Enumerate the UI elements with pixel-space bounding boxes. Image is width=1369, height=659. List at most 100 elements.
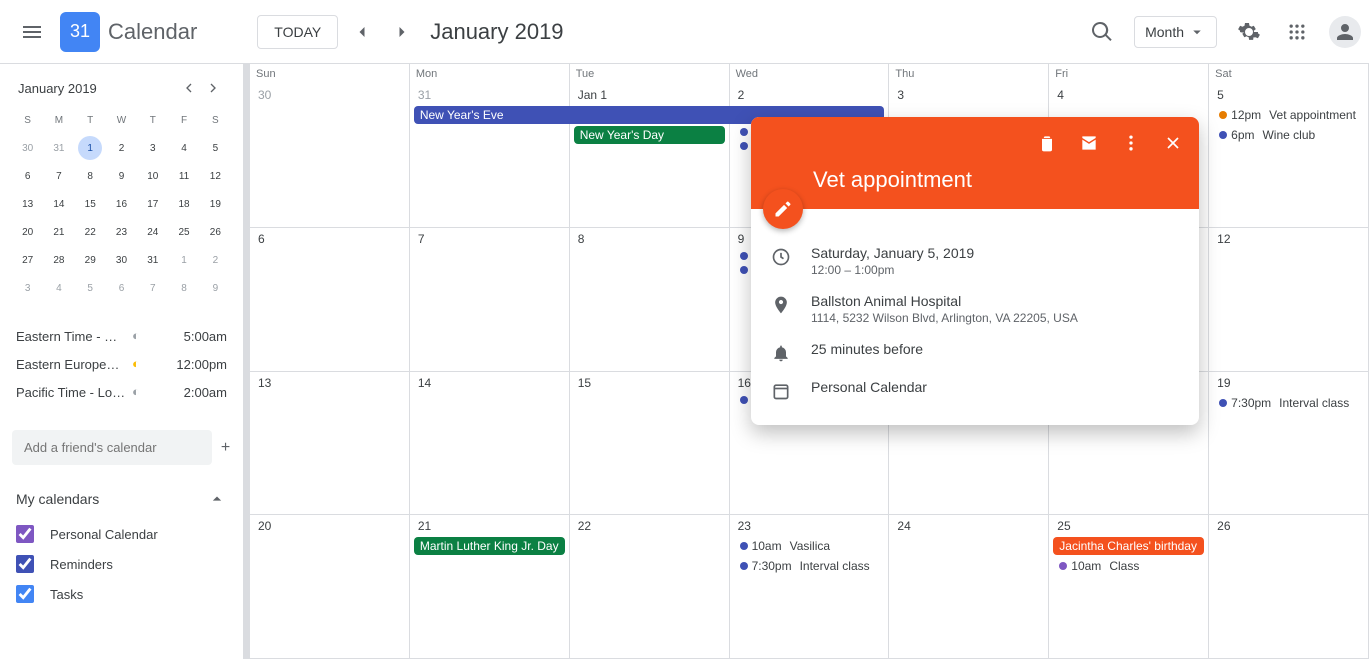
day-cell[interactable]: 13: [250, 372, 410, 516]
calendar-checkbox[interactable]: [16, 585, 34, 603]
event-options-button[interactable]: [1113, 125, 1149, 161]
event-chip[interactable]: New Year's Day: [574, 126, 725, 144]
mini-day-cell[interactable]: 25: [168, 218, 199, 246]
edit-event-button[interactable]: [763, 189, 803, 229]
day-cell[interactable]: 12: [1209, 228, 1369, 372]
mini-day-cell[interactable]: 28: [43, 246, 74, 274]
calendar-item[interactable]: Personal Calendar: [12, 519, 231, 549]
close-popup-button[interactable]: [1155, 125, 1191, 161]
mini-day-cell[interactable]: 3: [12, 274, 43, 302]
calendar-checkbox[interactable]: [16, 555, 34, 573]
calendar-logo[interactable]: 31 Calendar: [60, 12, 197, 52]
day-cell[interactable]: 7: [410, 228, 570, 372]
mini-day-cell[interactable]: 2: [200, 246, 231, 274]
mini-next-button[interactable]: [201, 76, 225, 100]
mini-day-cell[interactable]: 15: [75, 190, 106, 218]
mini-day-cell[interactable]: 31: [43, 134, 74, 162]
mini-day-cell[interactable]: 8: [168, 274, 199, 302]
day-cell[interactable]: 22: [570, 515, 730, 659]
day-cell[interactable]: 6: [250, 228, 410, 372]
mini-day-cell[interactable]: 17: [137, 190, 168, 218]
timezone-row[interactable]: Eastern European Time◐12:00pm: [12, 350, 231, 378]
event-chip[interactable]: 7:30pmInterval class: [1213, 394, 1364, 412]
mini-day-cell[interactable]: 18: [168, 190, 199, 218]
day-cell[interactable]: 2310amVasilica7:30pmInterval class: [730, 515, 890, 659]
mini-day-cell[interactable]: 5: [75, 274, 106, 302]
mini-day-cell[interactable]: 4: [43, 274, 74, 302]
day-cell[interactable]: 8: [570, 228, 730, 372]
event-chip[interactable]: 7:30pmInterval class: [734, 557, 885, 575]
mini-day-cell[interactable]: 9: [200, 274, 231, 302]
account-avatar[interactable]: [1329, 16, 1361, 48]
day-cell[interactable]: 14: [410, 372, 570, 516]
prev-period-button[interactable]: [346, 16, 378, 48]
mini-day-cell[interactable]: 24: [137, 218, 168, 246]
mini-day-cell[interactable]: 30: [12, 134, 43, 162]
day-cell[interactable]: Jan 1.New Year's Day: [570, 84, 730, 228]
event-chip[interactable]: New Year's Eve: [414, 106, 570, 124]
mini-day-cell[interactable]: 9: [106, 162, 137, 190]
mini-day-cell[interactable]: 6: [12, 162, 43, 190]
mini-day-cell[interactable]: 7: [137, 274, 168, 302]
mini-day-cell[interactable]: 8: [75, 162, 106, 190]
mini-day-cell[interactable]: 10: [137, 162, 168, 190]
mini-day-cell[interactable]: 29: [75, 246, 106, 274]
mini-day-cell[interactable]: 5: [200, 134, 231, 162]
mini-day-cell[interactable]: 4: [168, 134, 199, 162]
mini-day-cell[interactable]: 31: [137, 246, 168, 274]
mini-day-cell[interactable]: 19: [200, 190, 231, 218]
today-button[interactable]: TODAY: [257, 15, 338, 49]
add-friend-input[interactable]: [12, 430, 212, 465]
mini-day-cell[interactable]: 26: [200, 218, 231, 246]
day-cell[interactable]: 30: [250, 84, 410, 228]
timezone-row[interactable]: Pacific Time - Los Angeles◐2:00am: [12, 378, 231, 406]
day-cell[interactable]: 25Jacintha Charles' birthday10amClass: [1049, 515, 1209, 659]
day-cell[interactable]: 31New Year's Eve: [410, 84, 570, 228]
mini-day-cell[interactable]: 21: [43, 218, 74, 246]
day-cell[interactable]: 15: [570, 372, 730, 516]
my-calendars-toggle[interactable]: My calendars: [12, 485, 231, 513]
mini-day-cell[interactable]: 14: [43, 190, 74, 218]
view-selector[interactable]: Month: [1134, 16, 1217, 48]
event-chip[interactable]: 6pmWine club: [1213, 126, 1364, 144]
event-chip[interactable]: 10amClass: [1053, 557, 1204, 575]
calendar-item[interactable]: Reminders: [12, 549, 231, 579]
event-chip[interactable]: 12pmVet appointment: [1213, 106, 1364, 124]
calendar-checkbox[interactable]: [16, 525, 34, 543]
mini-day-cell[interactable]: 11: [168, 162, 199, 190]
mini-prev-button[interactable]: [177, 76, 201, 100]
mini-day-cell[interactable]: 6: [106, 274, 137, 302]
event-chip[interactable]: Martin Luther King Jr. Day: [414, 537, 565, 555]
mini-day-cell[interactable]: 2: [106, 134, 137, 162]
mini-day-cell[interactable]: 1: [75, 134, 106, 162]
mini-calendar-grid[interactable]: SMTWTFS303112345678910111213141516171819…: [12, 106, 231, 302]
day-cell[interactable]: 20: [250, 515, 410, 659]
next-period-button[interactable]: [386, 16, 418, 48]
mini-day-cell[interactable]: 23: [106, 218, 137, 246]
settings-button[interactable]: [1229, 12, 1269, 52]
search-button[interactable]: [1082, 12, 1122, 52]
mini-day-cell[interactable]: 22: [75, 218, 106, 246]
day-cell[interactable]: 197:30pmInterval class: [1209, 372, 1369, 516]
mini-day-cell[interactable]: 13: [12, 190, 43, 218]
mini-day-cell[interactable]: 20: [12, 218, 43, 246]
email-event-button[interactable]: [1071, 125, 1107, 161]
day-cell[interactable]: 26: [1209, 515, 1369, 659]
mini-day-cell[interactable]: 27: [12, 246, 43, 274]
main-menu-button[interactable]: [8, 8, 56, 56]
add-friend-button[interactable]: +: [220, 434, 231, 462]
mini-day-cell[interactable]: 1: [168, 246, 199, 274]
mini-day-cell[interactable]: 12: [200, 162, 231, 190]
mini-day-cell[interactable]: 30: [106, 246, 137, 274]
day-cell[interactable]: 24: [889, 515, 1049, 659]
day-cell[interactable]: 21Martin Luther King Jr. Day: [410, 515, 570, 659]
calendar-item[interactable]: Tasks: [12, 579, 231, 609]
mini-day-cell[interactable]: 7: [43, 162, 74, 190]
apps-button[interactable]: [1277, 12, 1317, 52]
event-chip[interactable]: 10amVasilica: [734, 537, 885, 555]
event-chip[interactable]: .: [569, 106, 730, 124]
mini-day-cell[interactable]: 3: [137, 134, 168, 162]
day-cell[interactable]: 512pmVet appointment6pmWine club: [1209, 84, 1369, 228]
mini-day-cell[interactable]: 16: [106, 190, 137, 218]
event-chip[interactable]: Jacintha Charles' birthday: [1053, 537, 1204, 555]
